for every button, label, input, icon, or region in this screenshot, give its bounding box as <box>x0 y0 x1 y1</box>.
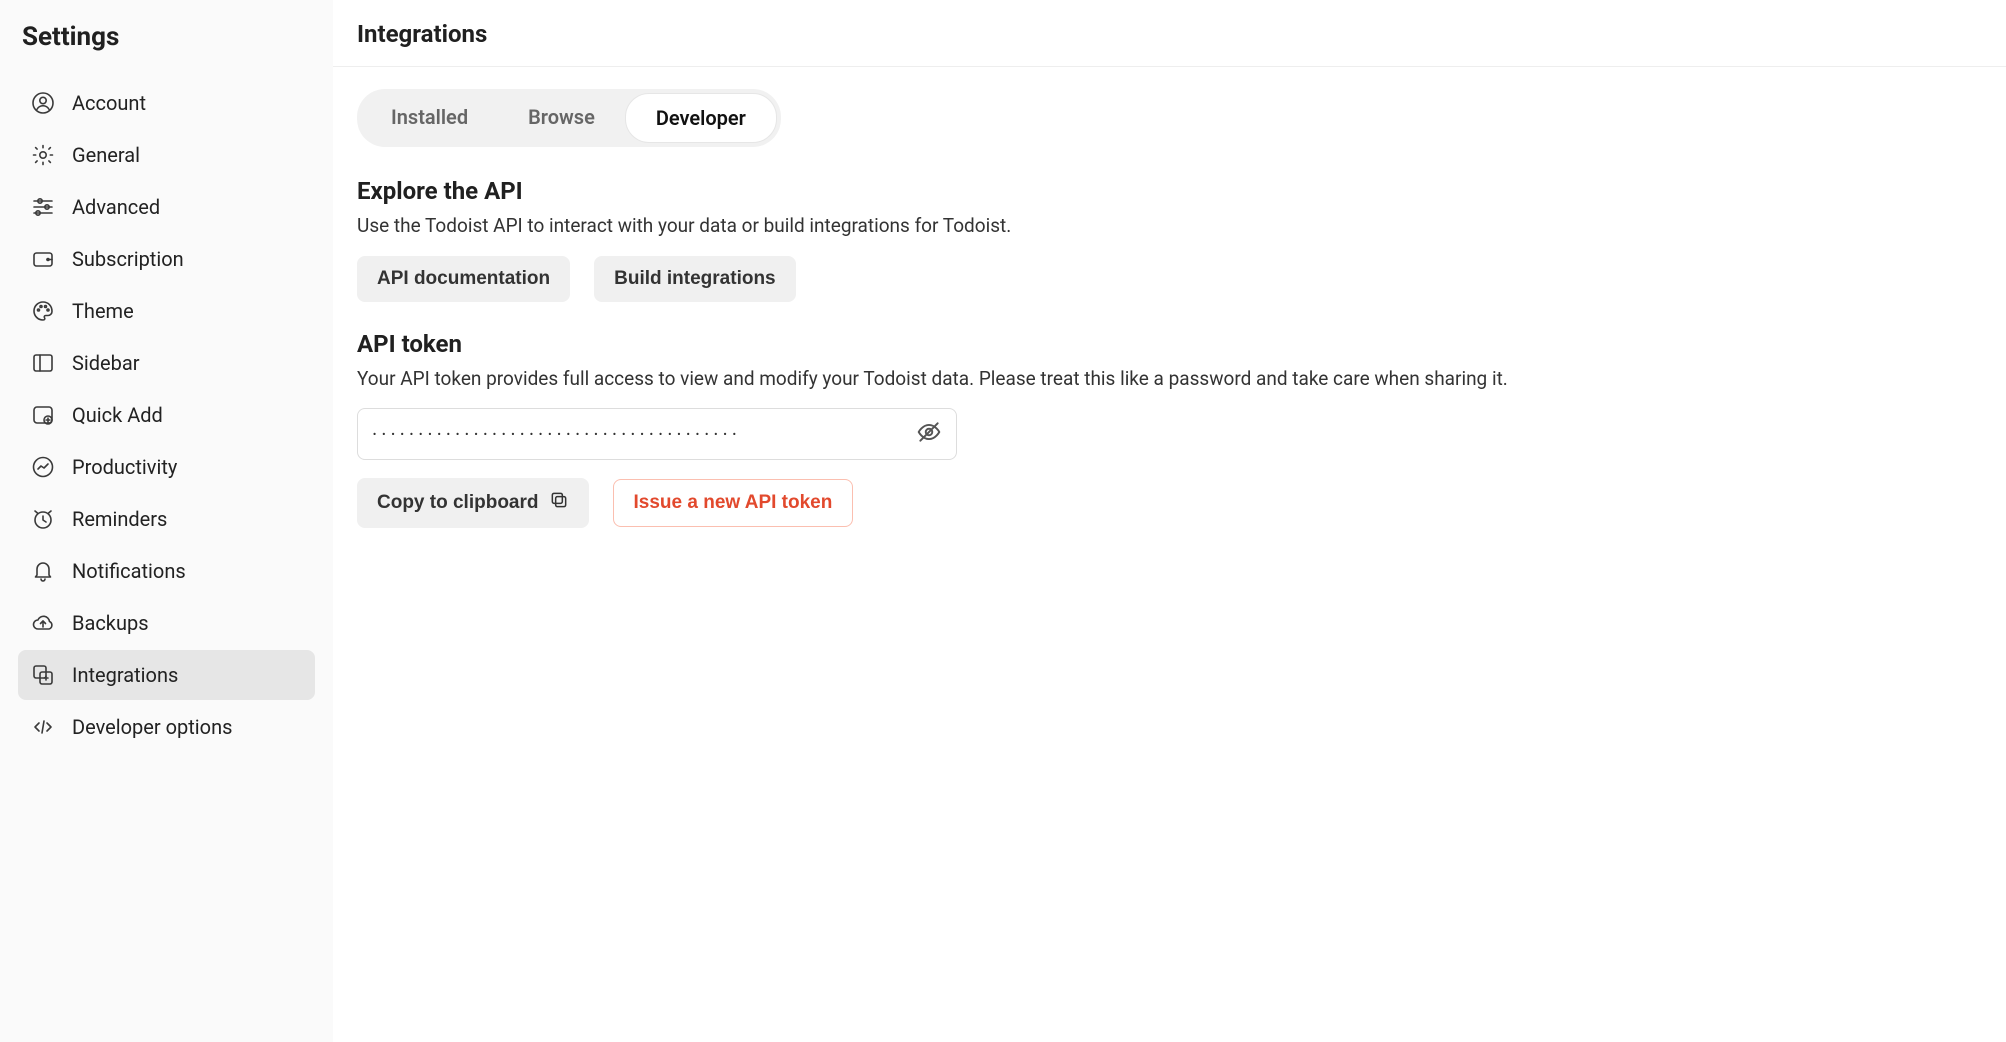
alarm-icon <box>30 506 56 532</box>
trend-up-icon <box>30 454 56 480</box>
sidebar-item-developer-options[interactable]: Developer options <box>18 702 315 752</box>
api-documentation-button[interactable]: API documentation <box>357 256 570 302</box>
sidebar-item-label: Notifications <box>72 559 186 583</box>
api-token-value: ········································ <box>372 422 916 446</box>
code-icon <box>30 714 56 740</box>
settings-sidebar: Settings Account General Advanced Subscr… <box>0 0 333 1042</box>
sidebar-item-label: Backups <box>72 611 149 635</box>
api-token-field: ········································ <box>357 408 957 460</box>
sidebar-item-quick-add[interactable]: Quick Add <box>18 390 315 440</box>
copy-to-clipboard-button[interactable]: Copy to clipboard <box>357 478 589 528</box>
sidebar-item-reminders[interactable]: Reminders <box>18 494 315 544</box>
sidebar-item-advanced[interactable]: Advanced <box>18 182 315 232</box>
sidebar-item-subscription[interactable]: Subscription <box>18 234 315 284</box>
sidebar-item-account[interactable]: Account <box>18 78 315 128</box>
sidebar-item-integrations[interactable]: Integrations <box>18 650 315 700</box>
sidebar-title: Settings <box>22 22 315 52</box>
bell-icon <box>30 558 56 584</box>
sidebar-nav: Account General Advanced Subscription Th <box>18 78 315 752</box>
explore-desc: Use the Todoist API to interact with you… <box>357 213 1982 240</box>
sidebar-item-label: Subscription <box>72 247 184 271</box>
sidebar-item-backups[interactable]: Backups <box>18 598 315 648</box>
sidebar-item-label: Reminders <box>72 507 167 531</box>
api-token-desc: Your API token provides full access to v… <box>357 366 1982 393</box>
content-area: Installed Browse Developer Explore the A… <box>333 67 2006 578</box>
cloud-upload-icon <box>30 610 56 636</box>
tab-developer[interactable]: Developer <box>625 93 777 143</box>
copy-btn-label: Copy to clipboard <box>377 492 539 514</box>
tab-bar: Installed Browse Developer <box>357 89 781 147</box>
user-icon <box>30 90 56 116</box>
sidebar-item-sidebar[interactable]: Sidebar <box>18 338 315 388</box>
main-panel: Integrations Installed Browse Developer … <box>333 0 2006 1042</box>
panel-left-icon <box>30 350 56 376</box>
sidebar-item-theme[interactable]: Theme <box>18 286 315 336</box>
section-explore-api: Explore the API Use the Todoist API to i… <box>357 177 1982 302</box>
tab-browse[interactable]: Browse <box>498 93 625 143</box>
issue-new-token-button[interactable]: Issue a new API token <box>613 479 854 527</box>
build-integrations-button[interactable]: Build integrations <box>594 256 796 302</box>
sidebar-item-general[interactable]: General <box>18 130 315 180</box>
sidebar-item-label: Sidebar <box>72 351 140 375</box>
sidebar-item-label: Developer options <box>72 715 232 739</box>
sidebar-item-label: Integrations <box>72 663 178 687</box>
sidebar-item-label: General <box>72 143 140 167</box>
sidebar-item-label: Theme <box>72 299 134 323</box>
sliders-icon <box>30 194 56 220</box>
tab-installed[interactable]: Installed <box>361 93 498 143</box>
sidebar-item-notifications[interactable]: Notifications <box>18 546 315 596</box>
api-token-title: API token <box>357 330 1982 358</box>
sidebar-item-productivity[interactable]: Productivity <box>18 442 315 492</box>
sidebar-item-label: Productivity <box>72 455 177 479</box>
toggle-visibility-button[interactable] <box>916 419 942 449</box>
integrations-icon <box>30 662 56 688</box>
main-header: Integrations <box>333 0 2006 67</box>
page-title: Integrations <box>357 20 1982 48</box>
section-api-token: API token Your API token provides full a… <box>357 330 1982 529</box>
wallet-icon <box>30 246 56 272</box>
copy-icon <box>549 490 569 516</box>
sidebar-item-label: Advanced <box>72 195 160 219</box>
palette-icon <box>30 298 56 324</box>
sidebar-item-label: Account <box>72 91 146 115</box>
eye-off-icon <box>916 419 942 449</box>
explore-title: Explore the API <box>357 177 1982 205</box>
sidebar-item-label: Quick Add <box>72 403 163 427</box>
quick-add-icon <box>30 402 56 428</box>
gear-icon <box>30 142 56 168</box>
